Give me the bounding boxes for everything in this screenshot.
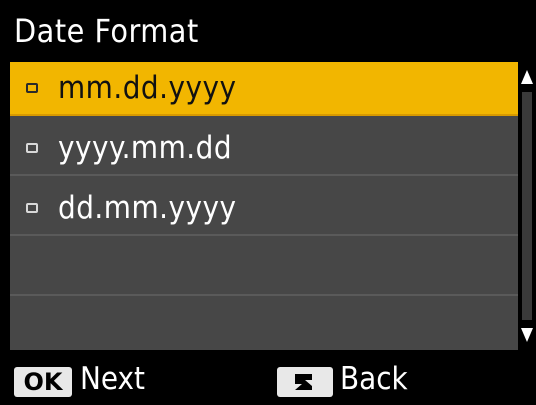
date-format-screen: Date Format mm.dd.yyyy yyyy.mm.dd dd.mm.… — [0, 0, 536, 405]
next-label: Next — [80, 361, 145, 397]
option-dd-mm-yyyy[interactable]: dd.mm.yyyy — [10, 182, 518, 236]
back-icon — [295, 374, 312, 390]
footer: OK Next Back — [0, 350, 536, 405]
scroll-up-arrow-icon[interactable] — [521, 70, 533, 84]
bullet-icon — [26, 203, 38, 213]
option-label: dd.mm.yyyy — [58, 190, 237, 226]
page-title: Date Format — [0, 0, 536, 62]
scroll-down-arrow-icon[interactable] — [521, 328, 533, 342]
option-mm-dd-yyyy[interactable]: mm.dd.yyyy — [10, 62, 518, 116]
empty-row — [10, 296, 518, 350]
bullet-icon — [26, 143, 38, 153]
scrollbar[interactable] — [518, 62, 536, 350]
option-label: yyyy.mm.dd — [58, 130, 233, 166]
date-format-list: mm.dd.yyyy yyyy.mm.dd dd.mm.yyyy — [10, 62, 518, 350]
empty-row — [10, 242, 518, 296]
option-yyyy-mm-dd[interactable]: yyyy.mm.dd — [10, 122, 518, 176]
back-button[interactable] — [277, 367, 333, 397]
scroll-track — [522, 92, 532, 320]
back-label: Back — [340, 361, 408, 397]
ok-button[interactable]: OK — [14, 367, 72, 397]
bullet-icon — [26, 83, 38, 93]
option-label: mm.dd.yyyy — [58, 70, 237, 106]
